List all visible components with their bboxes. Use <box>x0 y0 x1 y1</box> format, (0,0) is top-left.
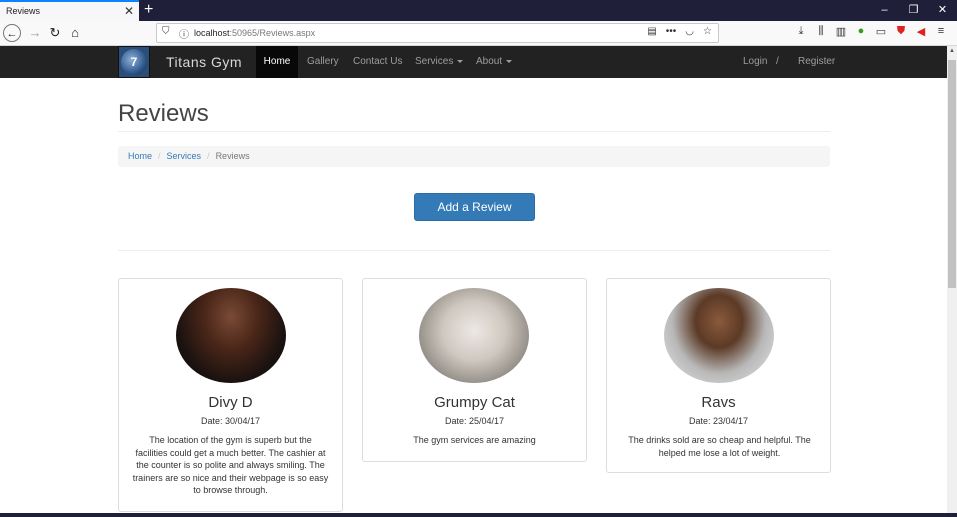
url-bar[interactable]: ⛉ ⓘ localhost:50965/Reviews.aspx ▤ ••• ◡… <box>156 23 719 43</box>
reload-icon[interactable]: ↻ <box>46 24 64 42</box>
review-date: Date: 30/04/17 <box>200 416 261 426</box>
nav-services[interactable]: Services <box>415 46 464 78</box>
gym-logo[interactable]: 7 <box>118 46 150 78</box>
more-actions-icon[interactable]: ••• <box>666 26 677 37</box>
divider <box>118 131 830 132</box>
nav-login[interactable]: Login <box>743 46 767 78</box>
breadcrumb-home[interactable]: Home <box>128 151 152 161</box>
download-icon[interactable]: ⤓ <box>795 25 807 38</box>
caret-down-icon <box>506 59 513 63</box>
browser-tab-bar: Reviews ✕ + – ❐ ✕ <box>0 0 957 21</box>
info-icon[interactable]: ⓘ <box>179 26 189 41</box>
bookmark-star-icon[interactable]: ☆ <box>703 26 712 37</box>
url-text[interactable]: localhost:50965/Reviews.aspx <box>194 28 315 38</box>
person-photo-icon <box>176 288 286 383</box>
page-scrollbar[interactable]: ▲ <box>947 46 957 517</box>
reviewer-name: Ravs <box>701 394 736 411</box>
menu-icon[interactable]: ≡ <box>935 25 947 38</box>
extension-page-icon[interactable]: ▭ <box>875 25 887 38</box>
breadcrumb-services[interactable]: Services <box>167 151 202 161</box>
browser-tab[interactable]: Reviews ✕ <box>0 0 139 21</box>
extension-shield-icon[interactable]: ⛊ <box>895 25 907 38</box>
brand-name[interactable]: Titans Gym <box>166 54 242 70</box>
scroll-thumb[interactable] <box>948 60 956 288</box>
review-date: Date: 23/04/17 <box>688 416 749 426</box>
divider <box>118 250 830 251</box>
home-icon[interactable]: ⌂ <box>66 24 84 42</box>
review-card: Divy D Date: 30/04/17 The location of th… <box>118 278 343 512</box>
scroll-up-icon[interactable]: ▲ <box>949 48 955 54</box>
restore-icon[interactable]: ❐ <box>899 0 928 21</box>
back-icon[interactable]: ← <box>3 24 21 42</box>
site-navbar: 7 Titans Gym Home Gallery Contact Us Ser… <box>0 46 947 78</box>
tab-title: Reviews <box>6 6 41 16</box>
caret-down-icon <box>457 59 464 63</box>
window-controls: – ❐ ✕ <box>870 0 957 21</box>
shield-icon[interactable]: ⛉ <box>162 26 170 37</box>
breadcrumb-sep: / <box>158 151 161 161</box>
person-photo-icon <box>664 288 774 383</box>
review-card: Grumpy Cat Date: 25/04/17 The gym servic… <box>362 278 587 462</box>
review-date: Date: 25/04/17 <box>444 416 505 426</box>
review-text: The location of the gym is superb but th… <box>132 435 329 495</box>
review-text: The drinks sold are so cheap and helpful… <box>628 435 811 458</box>
reader-view-icon[interactable]: ▤ <box>647 26 656 37</box>
cat-photo-icon <box>419 288 529 383</box>
pocket-icon[interactable]: ◡ <box>685 26 694 37</box>
browser-toolbar: ← → ↻ ⌂ ⛉ ⓘ localhost:50965/Reviews.aspx… <box>0 21 957 46</box>
add-review-button[interactable]: Add a Review <box>414 193 535 221</box>
breadcrumb-current: Reviews <box>215 151 250 161</box>
tab-close-icon[interactable]: ✕ <box>124 4 134 18</box>
minimize-icon[interactable]: – <box>870 0 899 21</box>
taskbar-edge <box>0 513 957 517</box>
breadcrumb-sep: / <box>207 151 210 161</box>
review-text: The gym services are amazing <box>413 435 536 445</box>
close-window-icon[interactable]: ✕ <box>928 0 957 21</box>
nav-gallery[interactable]: Gallery <box>307 46 339 78</box>
library-icon[interactable]: ⫼ <box>815 25 827 38</box>
breadcrumb: Home / Services / Reviews <box>118 146 830 167</box>
nav-contact-us[interactable]: Contact Us <box>353 46 402 78</box>
extension-megaphone-icon[interactable]: ◀ <box>915 25 927 38</box>
nav-home[interactable]: Home <box>256 46 298 78</box>
nav-separator: / <box>776 56 779 67</box>
review-card: Ravs Date: 23/04/17 The drinks sold are … <box>606 278 831 473</box>
logo-emblem-icon: 7 <box>121 49 147 75</box>
nav-register[interactable]: Register <box>798 46 835 78</box>
new-tab-button[interactable]: + <box>144 0 153 20</box>
nav-about[interactable]: About <box>476 46 513 78</box>
forward-icon[interactable]: → <box>26 24 44 42</box>
sidebar-icon[interactable]: ▥ <box>835 25 847 38</box>
reviewer-name: Divy D <box>208 394 253 411</box>
page-title: Reviews <box>118 100 209 127</box>
reviewer-name: Grumpy Cat <box>434 394 515 411</box>
extension-green-icon[interactable]: ● <box>855 25 867 38</box>
